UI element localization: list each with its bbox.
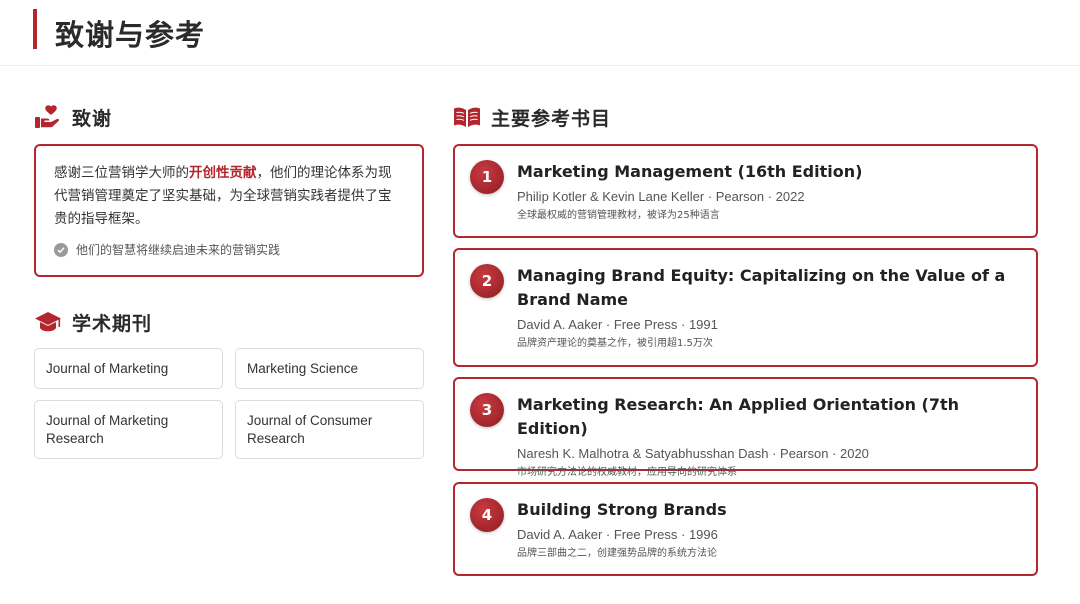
reference-card: 4 Building Strong Brands David A. Aaker … xyxy=(453,482,1038,576)
journal-item: Journal of Marketing xyxy=(34,348,223,389)
reference-number-badge: 2 xyxy=(470,264,504,298)
reference-card: 1 Marketing Management (16th Edition) Ph… xyxy=(453,144,1038,238)
hand-heart-icon xyxy=(34,103,62,131)
reference-card: 3 Marketing Research: An Applied Orienta… xyxy=(453,377,1038,478)
reference-number-badge: 1 xyxy=(470,160,504,194)
page-header: 致谢与参考 xyxy=(0,0,1080,66)
references-heading: 主要参考书目 xyxy=(453,103,611,131)
acknowledgement-heading-text: 致谢 xyxy=(72,107,113,130)
reference-card: 2 Managing Brand Equity: Capitalizing on… xyxy=(453,248,1038,367)
acknowledgement-heading: 致谢 xyxy=(34,103,112,131)
reference-description: 品牌资产理论的奠基之作，被引用超1.5万次 xyxy=(517,338,713,349)
reference-description: 品牌三部曲之二，创建强势品牌的系统方法论 xyxy=(517,548,717,559)
reference-title: Marketing Research: An Applied Orientati… xyxy=(517,395,960,438)
title-accent-bar xyxy=(33,9,37,49)
reference-meta: David A. Aaker · Free Press · 1996 xyxy=(517,527,718,542)
journal-item: Journal of Marketing Research xyxy=(34,400,223,459)
journal-item: Journal of Consumer Research xyxy=(235,400,424,459)
acknowledgement-text: 感谢三位营销学大师的开创性贡献，他们的理论体系为现代营销管理奠定了坚实基础，为全… xyxy=(54,165,392,227)
reference-meta: Naresh K. Malhotra & Satyabhusshan Dash … xyxy=(517,446,869,461)
open-book-icon xyxy=(453,103,481,131)
journals-heading-text: 学术期刊 xyxy=(72,312,153,335)
reference-title: Building Strong Brands xyxy=(517,500,727,519)
reference-meta: Philip Kotler & Kevin Lane Keller · Pear… xyxy=(517,189,805,204)
reference-number-badge: 4 xyxy=(470,498,504,532)
acknowledgement-note: 他们的智慧将继续启迪未来的营销实践 xyxy=(54,241,404,258)
reference-title: Marketing Management (16th Edition) xyxy=(517,162,863,181)
acknowledgement-note-text: 他们的智慧将继续启迪未来的营销实践 xyxy=(76,243,281,257)
reference-description: 全球最权威的营销管理教材，被译为25种语言 xyxy=(517,210,720,221)
reference-description: 市场研究方法论的权威教材，应用导向的研究体系 xyxy=(517,467,737,478)
reference-meta: David A. Aaker · Free Press · 1991 xyxy=(517,317,718,332)
reference-number-badge: 3 xyxy=(470,393,504,427)
acknowledgement-card: 感谢三位营销学大师的开创性贡献，他们的理论体系为现代营销管理奠定了坚实基础，为全… xyxy=(34,144,424,277)
references-heading-text: 主要参考书目 xyxy=(491,107,612,130)
highlight-text: 开创性贡献 xyxy=(189,165,257,181)
reference-title: Managing Brand Equity: Capitalizing on t… xyxy=(517,266,1006,309)
journals-heading: 学术期刊 xyxy=(34,308,152,336)
journal-item: Marketing Science xyxy=(235,348,424,389)
graduation-cap-icon xyxy=(34,308,62,336)
check-circle-icon xyxy=(54,242,68,257)
page-title: 致谢与参考 xyxy=(55,18,206,52)
